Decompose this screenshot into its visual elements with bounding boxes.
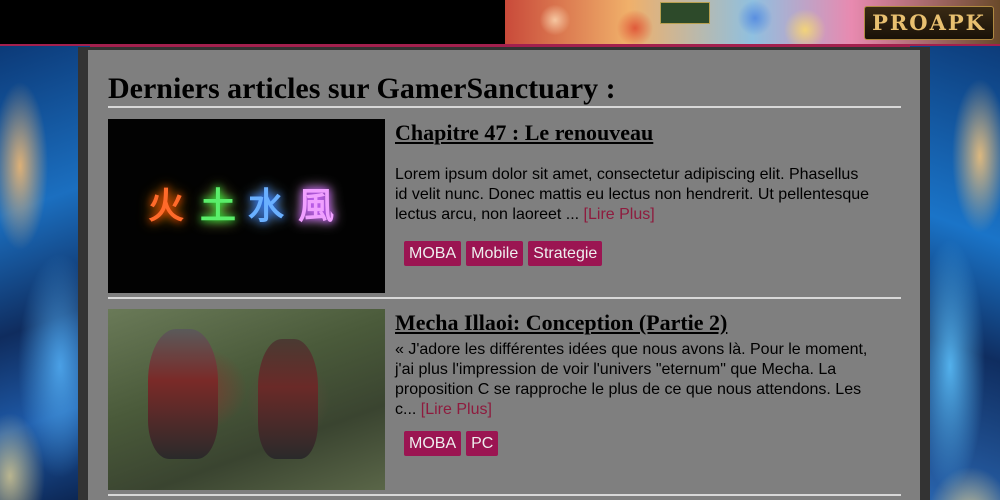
tag-mobile[interactable]: Mobile — [466, 241, 524, 266]
article-title-link[interactable]: Chapitre 47 : Le renouveau — [395, 120, 653, 146]
water-glyph: 水 — [248, 185, 285, 227]
article-excerpt: « J'adore les différentes idées que nous… — [395, 340, 875, 420]
read-more-link[interactable]: [Lire Plus] — [584, 206, 655, 223]
title-divider — [108, 106, 901, 108]
fire-glyph: 火 — [148, 185, 185, 227]
banner-logo[interactable]: PROAPK — [864, 6, 994, 40]
mecha-character-figure — [148, 329, 218, 459]
wind-glyph: 風 — [298, 185, 335, 227]
banner-game-hud — [660, 2, 710, 24]
tag-list: MOBA PC — [404, 431, 499, 456]
section-title: Derniers articles sur GamerSanctuary : — [108, 72, 616, 105]
article-divider — [108, 297, 901, 299]
ad-banner[interactable]: PROAPK — [505, 0, 1000, 46]
character-figure — [258, 339, 318, 459]
article-thumbnail[interactable] — [108, 309, 385, 490]
article-excerpt: Lorem ipsum dolor sit amet, consectetur … — [395, 165, 875, 225]
left-side-artwork — [0, 46, 90, 500]
tag-moba[interactable]: MOBA — [404, 431, 462, 456]
tag-strategie[interactable]: Strategie — [528, 241, 603, 266]
earth-glyph: 土 — [200, 185, 237, 227]
article-title-link[interactable]: Mecha Illaoi: Conception (Partie 2) — [395, 310, 727, 336]
tag-moba[interactable]: MOBA — [404, 241, 462, 266]
tag-pc[interactable]: PC — [466, 431, 499, 456]
article-thumbnail[interactable]: 火 土 水 風 — [108, 119, 385, 293]
tag-list: MOBA Mobile Strategie — [404, 241, 603, 266]
article-divider — [108, 494, 901, 496]
read-more-link[interactable]: [Lire Plus] — [421, 401, 492, 418]
